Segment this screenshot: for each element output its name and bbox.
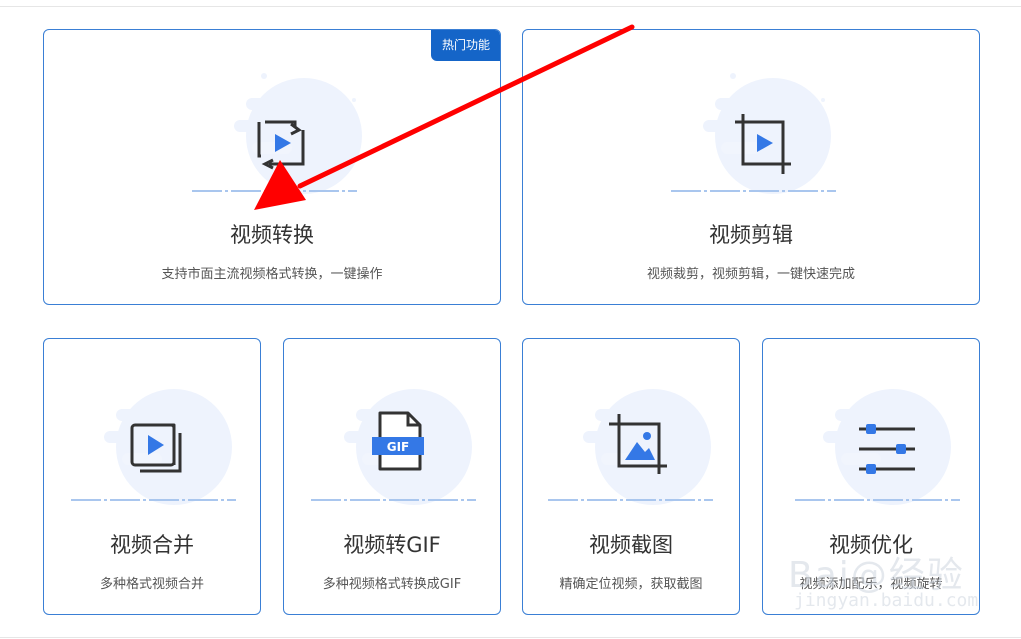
card-title: 视频合并 [110,533,194,557]
divider-dashes [311,499,476,501]
card-title: 视频剪辑 [709,223,793,247]
convert-icon [251,112,311,172]
divider-dashes [548,499,713,501]
card-description: 支持市面主流视频格式转换，一键操作 [161,267,383,282]
card-video-screenshot[interactable]: 视频截图 精确定位视频，获取截图 [522,338,740,615]
divider-dashes [71,499,236,501]
sliders-icon [857,419,917,479]
card-video-optimize[interactable]: 视频优化 视频添加配乐，视频旋转 [762,338,980,615]
card-title: 视频转换 [230,223,314,247]
card-description: 多种格式视频合并 [99,577,204,592]
card-title: 视频截图 [589,533,673,557]
screenshot-icon [607,414,667,474]
card-description: 视频添加配乐，视频旋转 [799,577,943,592]
gif-label: GIF [387,440,410,454]
crop-video-icon [733,114,793,174]
card-video-to-gif[interactable]: GIF 视频转GIF 多种视频格式转换成GIF [283,338,501,615]
hot-feature-badge: 热门功能 [430,30,500,61]
top-divider [0,6,1021,7]
card-title: 视频转GIF [343,533,441,557]
card-video-merge[interactable]: 视频合并 多种格式视频合并 [43,338,261,615]
bottom-divider [0,637,1021,638]
divider-dashes [192,190,357,192]
card-description: 视频裁剪，视频剪辑，一键快速完成 [646,267,855,282]
card-description: 多种视频格式转换成GIF [322,577,462,592]
divider-dashes [671,190,836,192]
card-description: 精确定位视频，获取截图 [559,577,703,592]
card-title: 视频优化 [829,533,913,557]
gif-icon: GIF [370,411,430,471]
divider-dashes [795,499,960,501]
card-video-edit[interactable]: 视频剪辑 视频裁剪，视频剪辑，一键快速完成 [522,29,980,305]
merge-icon [128,421,188,481]
card-video-convert[interactable]: 热门功能 视频转换 支持市面主流视频格式转换，一键操作 [43,29,501,305]
